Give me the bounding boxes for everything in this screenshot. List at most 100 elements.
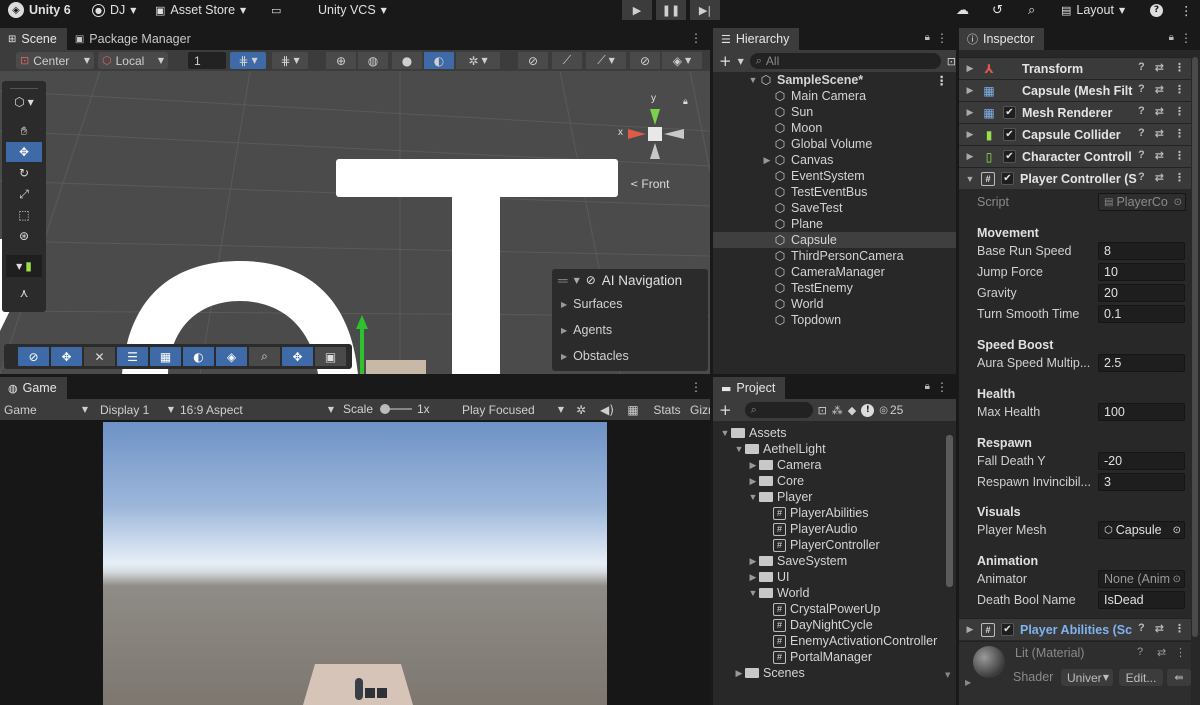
- overlay-tool-3[interactable]: ✕: [84, 347, 115, 366]
- search-button[interactable]: ⌕: [1028, 0, 1035, 20]
- presets-icon[interactable]: ⇄: [1155, 105, 1164, 118]
- game-mode-dropdown[interactable]: Game ▼: [4, 401, 88, 418]
- hidden-packages-count[interactable]: ◎ 25: [879, 403, 903, 417]
- mesh-renderer-enabled-checkbox[interactable]: ✔: [1003, 106, 1016, 119]
- hierarchy-item[interactable]: ⬡ TestEnemy: [713, 280, 956, 296]
- 2d-toggle[interactable]: ⊘: [518, 52, 548, 69]
- add-icon[interactable]: +: [719, 52, 732, 70]
- grid-snap-toggle[interactable]: ⋕ ▼: [230, 52, 266, 69]
- overlay-tool-7[interactable]: ◈: [216, 347, 247, 366]
- custom-tool-dropdown[interactable]: ▼ ▮: [6, 255, 42, 277]
- view-tool-dropdown[interactable]: ⬡ ▼: [2, 91, 46, 113]
- help-icon[interactable]: ?: [1138, 61, 1145, 74]
- help-icon[interactable]: ?: [1138, 127, 1145, 140]
- play-mode-dropdown[interactable]: Play Focused ▼: [462, 401, 564, 418]
- help-icon[interactable]: ?: [1137, 646, 1143, 658]
- presets-icon[interactable]: ⇄: [1155, 61, 1164, 74]
- hierarchy-item[interactable]: ⬡ EventSystem: [713, 168, 956, 184]
- display-dropdown[interactable]: Display 1 ▼: [100, 401, 174, 418]
- tab-inspector[interactable]: ⓘ Inspector: [959, 28, 1045, 50]
- add-icon[interactable]: +: [719, 401, 732, 419]
- player-abilities-enabled-checkbox[interactable]: ✔: [1001, 623, 1014, 636]
- more-vertical-icon[interactable]: ⋮: [1174, 61, 1185, 74]
- scene-root-item[interactable]: ▼ ⬡ SampleScene* ⋮: [713, 72, 956, 88]
- hierarchy-item[interactable]: ⬡ CameraManager: [713, 264, 956, 280]
- vcs-dropdown[interactable]: Unity VCS ▼: [318, 0, 387, 20]
- project-folder-item[interactable]: ▶ Camera: [713, 457, 822, 473]
- vertex-tool-button[interactable]: ⋏: [6, 283, 42, 303]
- help-icon[interactable]: ?: [1138, 83, 1145, 96]
- chevron-right-icon[interactable]: ▶: [747, 476, 759, 487]
- presets-icon[interactable]: ⇄: [1155, 127, 1164, 140]
- chevron-right-icon[interactable]: ▶: [747, 556, 759, 567]
- hierarchy-item[interactable]: ⬡ Topdown: [713, 312, 956, 328]
- unity-menu[interactable]: ◈ Unity 6: [8, 0, 71, 20]
- overlay-tool-4[interactable]: ☰: [117, 347, 148, 366]
- project-folder-item[interactable]: ▼ World: [713, 585, 810, 601]
- scroll-down-icon[interactable]: ▼: [945, 671, 950, 679]
- aspect-dropdown[interactable]: 16:9 Aspect ▼: [180, 401, 334, 418]
- more-vertical-icon[interactable]: ⋮: [1174, 105, 1185, 118]
- chevron-right-icon[interactable]: ▶: [747, 460, 759, 471]
- shading-lit-button[interactable]: ◐: [424, 52, 454, 69]
- project-search-input[interactable]: ⌕: [744, 402, 813, 418]
- project-folder-item[interactable]: ▶ Scenes: [713, 665, 805, 681]
- hand-tool-button[interactable]: ✋︎: [6, 121, 42, 141]
- component-mesh-renderer[interactable]: ▶ ▦ ✔ Mesh Renderer ? ⇄ ⋮: [959, 101, 1191, 123]
- overlay-tool-8[interactable]: ⌕: [249, 347, 280, 366]
- ai-nav-surfaces[interactable]: ▶ Surfaces: [552, 291, 708, 317]
- increment-snap-toggle[interactable]: ⋕ ▼: [272, 52, 308, 69]
- lock-icon[interactable]: 🔒︎: [925, 381, 930, 392]
- project-script-item[interactable]: # PlayerController: [713, 537, 880, 553]
- scale-tool-button[interactable]: ⤢: [6, 184, 42, 204]
- warning-icon[interactable]: !: [861, 403, 875, 417]
- chevron-right-icon[interactable]: ▶: [747, 572, 759, 583]
- more-vertical-icon[interactable]: ⋮: [1174, 127, 1185, 140]
- rotate-tool-button[interactable]: ↻: [6, 163, 42, 183]
- hierarchy-item[interactable]: ▶ ⬡ Canvas: [713, 152, 956, 168]
- ai-navigation-header[interactable]: ═ ▼ ⊘ AI Navigation: [552, 269, 708, 291]
- inspector-scrollbar[interactable]: [1192, 57, 1198, 637]
- more-menu-button[interactable]: ⋮: [1180, 0, 1193, 20]
- overlay-tool-6[interactable]: ◐: [183, 347, 214, 366]
- tab-hierarchy[interactable]: ☰ Hierarchy: [713, 28, 800, 50]
- project-script-item[interactable]: # DayNightCycle: [713, 617, 873, 633]
- asset-store-dropdown[interactable]: ▣ Asset Store ▼: [155, 0, 246, 20]
- project-script-item[interactable]: # PlayerAudio: [713, 521, 857, 537]
- more-vertical-icon[interactable]: ⋮: [1174, 171, 1185, 184]
- hierarchy-item[interactable]: ⬡ World: [713, 296, 956, 312]
- chevron-right-icon[interactable]: ▶: [965, 678, 971, 687]
- overlay-tool-2[interactable]: ✥: [51, 347, 82, 366]
- play-button[interactable]: ▶: [622, 0, 652, 20]
- character-controller-enabled-checkbox[interactable]: ✔: [1003, 150, 1016, 163]
- lighting-toggle[interactable]: ⟋: [552, 52, 582, 69]
- project-script-item[interactable]: # EnemyActivationController: [713, 633, 937, 649]
- overlay-tool-10[interactable]: ▣: [315, 347, 346, 366]
- scale-slider[interactable]: [380, 404, 412, 414]
- chevron-right-icon[interactable]: ▶: [733, 668, 745, 679]
- tab-game[interactable]: ◍ Game: [0, 377, 67, 399]
- shortcuts-button[interactable]: ▦: [622, 401, 644, 418]
- history-button[interactable]: ↺: [992, 0, 1003, 20]
- project-folder-item[interactable]: ▶ Core: [713, 473, 805, 489]
- presets-icon[interactable]: ⇄: [1157, 646, 1166, 659]
- hierarchy-item[interactable]: ⬡ SaveTest: [713, 200, 956, 216]
- more-vertical-icon[interactable]: ⋮: [1174, 83, 1185, 96]
- shader-dropdown[interactable]: Univer ▼: [1061, 669, 1113, 686]
- help-icon[interactable]: ?: [1138, 622, 1145, 635]
- layout-dropdown[interactable]: ▤ Layout ▼: [1061, 0, 1125, 20]
- type-filter-icon[interactable]: ⁂: [832, 404, 843, 417]
- project-folder-item[interactable]: ▼ AethelLight: [713, 441, 826, 457]
- overlay-tool-5[interactable]: ▦: [150, 347, 181, 366]
- scene-viewport[interactable]: y x 🔒︎ < Front ⬡ ▼ ✋︎ ✥ ↻ ⤢ ⬚ ⊛ ▼ ▮ ⋏ ⊘ ✥ …: [0, 71, 710, 374]
- lock-icon[interactable]: 🔒︎: [925, 32, 930, 43]
- shading-shaded-wireframe-button[interactable]: ◍: [358, 52, 388, 69]
- view-orientation-label[interactable]: < Front: [630, 177, 669, 191]
- component-player-abilities[interactable]: ▶ # ✔ Player Abilities (Sc ? ⇄ ⋮: [959, 618, 1191, 640]
- visibility-toggle[interactable]: ⊘: [630, 52, 660, 69]
- project-folder-item[interactable]: ▶ UI: [713, 569, 790, 585]
- help-icon[interactable]: ?: [1138, 171, 1145, 184]
- cloud-archive-button[interactable]: ▭: [271, 0, 281, 20]
- overlay-tool-1[interactable]: ⊘: [18, 347, 49, 366]
- pivot-dropdown[interactable]: ⊡ Center ▼: [16, 52, 94, 69]
